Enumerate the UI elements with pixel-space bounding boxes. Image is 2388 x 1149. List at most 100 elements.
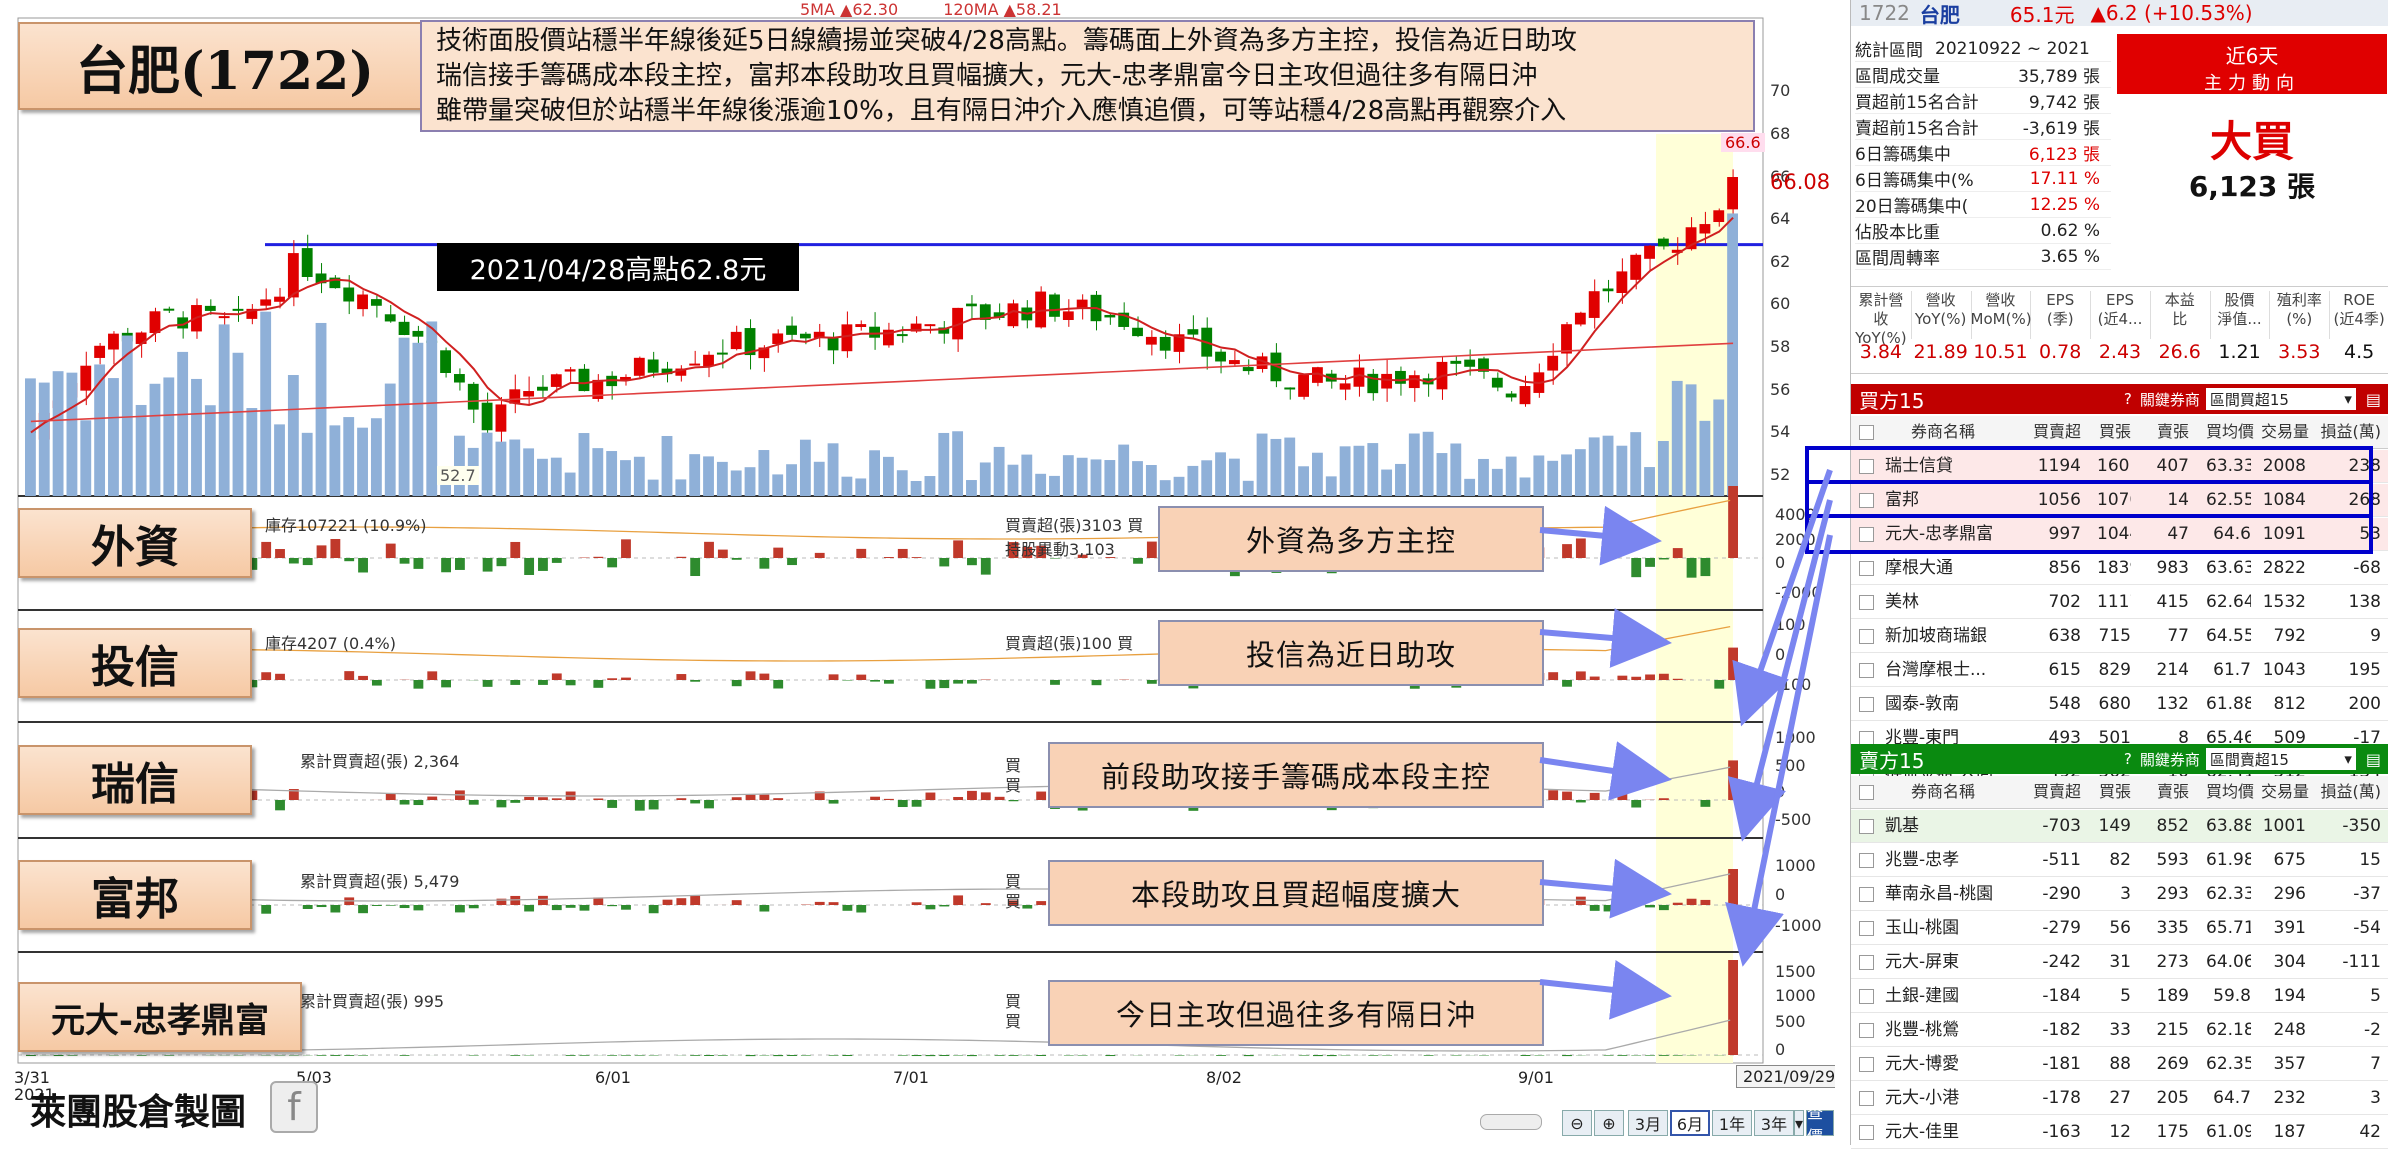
row-checkbox[interactable] (1859, 989, 1874, 1004)
main-force-sub: 主力動向 (2117, 69, 2387, 95)
chart-area[interactable]: 5MA ▲62.30 120MA ▲58.21 台肥(1722) 技術面股價站穩… (0, 0, 1835, 1145)
zoom-out-icon[interactable]: ⊖ (1562, 1110, 1592, 1136)
row-checkbox[interactable] (1859, 1057, 1874, 1072)
scroll-slider[interactable] (1480, 1114, 1542, 1130)
row-checkbox[interactable] (1859, 1023, 1874, 1038)
row-checkbox[interactable] (1859, 493, 1874, 508)
row-checkbox[interactable] (1859, 1125, 1874, 1140)
query-price-button[interactable]: 查價 (1806, 1110, 1834, 1136)
column-header[interactable]: 買賣超 (2029, 416, 2081, 448)
table-row[interactable]: 元大-博愛-1818826962.353577 (1851, 1048, 2388, 1081)
row-checkbox[interactable] (1859, 459, 1874, 474)
row-checkbox[interactable] (1859, 887, 1874, 902)
column-header[interactable]: 損益(萬) (2311, 416, 2381, 448)
table-row[interactable]: 兆豐-桃鶯-1823321562.18248-2 (1851, 1014, 2388, 1047)
volume-bar (1146, 465, 1157, 496)
sellers-select[interactable]: 區間賣超15▾ (2206, 748, 2356, 770)
table-row[interactable]: 國泰-敦南54868013261.88812200 (1851, 688, 2388, 721)
table-row[interactable]: 新加坡商瑞銀6387157764.557929 (1851, 620, 2388, 653)
volume-bar (925, 476, 936, 496)
column-header[interactable]: 券商名稱 (1885, 416, 2001, 448)
select-all-checkbox[interactable] (1859, 425, 1874, 440)
row-checkbox[interactable] (1859, 955, 1874, 970)
table-cell: 61.7 (2206, 654, 2251, 686)
column-header[interactable]: 交易量 (2261, 416, 2306, 448)
settings-icon[interactable]: ▤ (2366, 390, 2381, 409)
table-row[interactable]: 美林702111741562.641532138 (1851, 586, 2388, 619)
chip-bar (1036, 792, 1046, 800)
column-header[interactable]: 買張 (2097, 776, 2131, 808)
chip-bar (1590, 677, 1600, 680)
row-checkbox[interactable] (1859, 595, 1874, 610)
volume-bar (841, 477, 852, 496)
volume-bar (1658, 441, 1669, 496)
table-row[interactable]: 元大-屏東-2423127364.06304-111 (1851, 946, 2388, 979)
table-cell: 62.18 (2206, 1014, 2251, 1046)
zoom-in-icon[interactable]: ⊕ (1594, 1110, 1624, 1136)
panel-tag-trust: 投信 (18, 628, 252, 698)
row-checkbox[interactable] (1859, 561, 1874, 576)
buyers-select[interactable]: 區間買超15▾ (2206, 388, 2356, 410)
range-6m-button[interactable]: 6月 (1670, 1110, 1710, 1136)
table-row[interactable]: 華南永昌-桃園-290329362.33296-37 (1851, 878, 2388, 911)
facebook-icon[interactable]: f (270, 1081, 318, 1133)
candle-body (1340, 383, 1351, 389)
fin-header: 營收 YoY(%) (1911, 291, 1972, 339)
row-checkbox[interactable] (1859, 1091, 1874, 1106)
table-cell: 元大-佳里 (1885, 1116, 2001, 1148)
range-3y-button[interactable]: 3年 (1754, 1110, 1794, 1136)
stock-chart[interactable] (0, 0, 1835, 1145)
column-header[interactable]: 買賣超 (2029, 776, 2081, 808)
chip-bar (842, 1055, 852, 1056)
range-dropdown-icon[interactable]: ▾ (1794, 1110, 1804, 1136)
column-header[interactable]: 券商名稱 (1885, 776, 2001, 808)
table-row[interactable]: 元大-小港-1782720564.72323 (1851, 1082, 2388, 1115)
range-3m-button[interactable]: 3月 (1628, 1110, 1668, 1136)
column-header[interactable]: 買均價 (2206, 416, 2251, 448)
help-icon[interactable]: ? (2124, 750, 2132, 768)
column-header[interactable]: 賣張 (2151, 776, 2189, 808)
range-1y-button[interactable]: 1年 (1712, 1110, 1752, 1136)
chip-bar (621, 905, 631, 910)
row-checkbox[interactable] (1859, 629, 1874, 644)
row-checkbox[interactable] (1859, 697, 1874, 712)
stats-key: 賣超前15名合計 (1855, 114, 1990, 139)
column-header[interactable]: 買均價 (2206, 776, 2251, 808)
chip-bar (330, 905, 340, 912)
stats-key: 6日籌碼集中 (1855, 140, 1990, 165)
column-header[interactable]: 損益(萬) (2311, 776, 2381, 808)
select-all-checkbox[interactable] (1859, 785, 1874, 800)
row-checkbox[interactable] (1859, 921, 1874, 936)
table-row[interactable]: 瑞士信貸1194160140763.332008238 (1851, 450, 2388, 483)
settings-icon[interactable]: ▤ (2366, 750, 2381, 769)
row-checkbox[interactable] (1859, 853, 1874, 868)
volume-bar (828, 443, 839, 496)
table-row[interactable]: 土銀-建國-184518959.81945 (1851, 980, 2388, 1013)
table-row[interactable]: 元大-忠孝鼎富99710444764.6109153 (1851, 518, 2388, 551)
volume-bar (1450, 443, 1461, 496)
table-row[interactable]: 元大-佳里-1631217561.0918742 (1851, 1116, 2388, 1149)
row-checkbox[interactable] (1859, 819, 1874, 834)
table-row[interactable]: 兆豐-忠孝-5118259361.9867515 (1851, 844, 2388, 877)
chip-bar (1548, 672, 1558, 680)
row-checkbox[interactable] (1859, 663, 1874, 678)
chip-bar (759, 674, 769, 680)
column-header[interactable]: 交易量 (2261, 776, 2306, 808)
volume-bar (994, 447, 1005, 496)
column-header[interactable]: 賣張 (2151, 416, 2189, 448)
help-icon[interactable]: ? (2124, 390, 2132, 408)
candle-body (1395, 371, 1406, 384)
table-row[interactable]: 摩根大通856183998363.632822-68 (1851, 552, 2388, 585)
price-tick: 58 (1770, 337, 1790, 356)
row-checkbox[interactable] (1859, 527, 1874, 542)
chip-bar (607, 678, 617, 680)
table-row[interactable]: 富邦105610701462.551084268 (1851, 484, 2388, 517)
chip-bar (967, 791, 977, 800)
column-header[interactable]: 買張 (2097, 416, 2131, 448)
table-row[interactable]: 台灣摩根士...61582921461.71043195 (1851, 654, 2388, 687)
table-row[interactable]: 玉山-桃園-2795633565.71391-54 (1851, 912, 2388, 945)
sellers-filter-label: 關鍵券商 (2140, 749, 2200, 770)
table-row[interactable]: 凱基-70314985263.881001-350 (1851, 810, 2388, 843)
sellers-table-header: 券商名稱買賣超買張賣張買均價交易量損益(萬) (1851, 776, 2388, 809)
current-price-label: 66.08 (1770, 170, 1830, 194)
